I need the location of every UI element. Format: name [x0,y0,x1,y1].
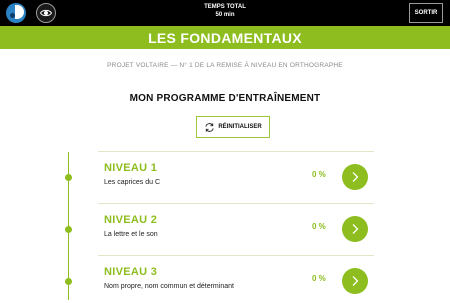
page-subtitle: PROJET VOLTAIRE — N° 1 DE LA REMISE À NI… [107,62,343,69]
level-name: NIVEAU 3 [104,266,158,278]
reset-button[interactable]: RÉINITIALISER [196,116,270,138]
level-item-3[interactable]: NIVEAU 3 Nom propre, nom commun et déter… [98,255,374,303]
page-title: LES FONDAMENTAUX [148,29,302,46]
logo-icon [6,3,26,23]
level-progress: 0 % [312,170,326,179]
chevron-right-icon [352,224,359,234]
level-name: NIVEAU 2 [104,214,158,226]
visibility-button[interactable] [36,3,56,23]
chevron-right-icon [352,172,359,182]
level-progress: 0 % [312,222,326,231]
chevron-right-icon [352,276,359,286]
exit-button[interactable]: SORTIR [409,3,443,23]
reset-label: RÉINITIALISER [218,124,262,130]
eye-icon [40,9,52,17]
title-banner: LES FONDAMENTAUX [0,26,450,49]
timeline-dot [65,278,72,285]
level-item-2[interactable]: NIVEAU 2 La lettre et le son 0 % [98,203,374,251]
level-description: Nom propre, nom commun et déterminant [104,283,234,290]
total-time: TEMPS TOTAL 50 min [185,3,265,19]
level-description: Les caprices du C [104,179,161,186]
top-bar: TEMPS TOTAL 50 min SORTIR [0,0,450,26]
timer-value: 50 min [215,12,235,18]
level-open-button[interactable] [342,164,368,190]
level-item-1[interactable]: NIVEAU 1 Les caprices du C 0 % [98,151,374,199]
refresh-icon [205,122,214,132]
level-name: NIVEAU 1 [104,162,158,174]
timer-label: TEMPS TOTAL [204,4,246,10]
level-open-button[interactable] [342,216,368,242]
program-title: MON PROGRAMME D'ENTRAÎNEMENT [129,93,321,104]
level-progress: 0 % [312,274,326,283]
timeline-dot [65,226,72,233]
timeline-dot [65,174,72,181]
level-open-button[interactable] [342,268,368,294]
level-description: La lettre et le son [104,231,158,238]
